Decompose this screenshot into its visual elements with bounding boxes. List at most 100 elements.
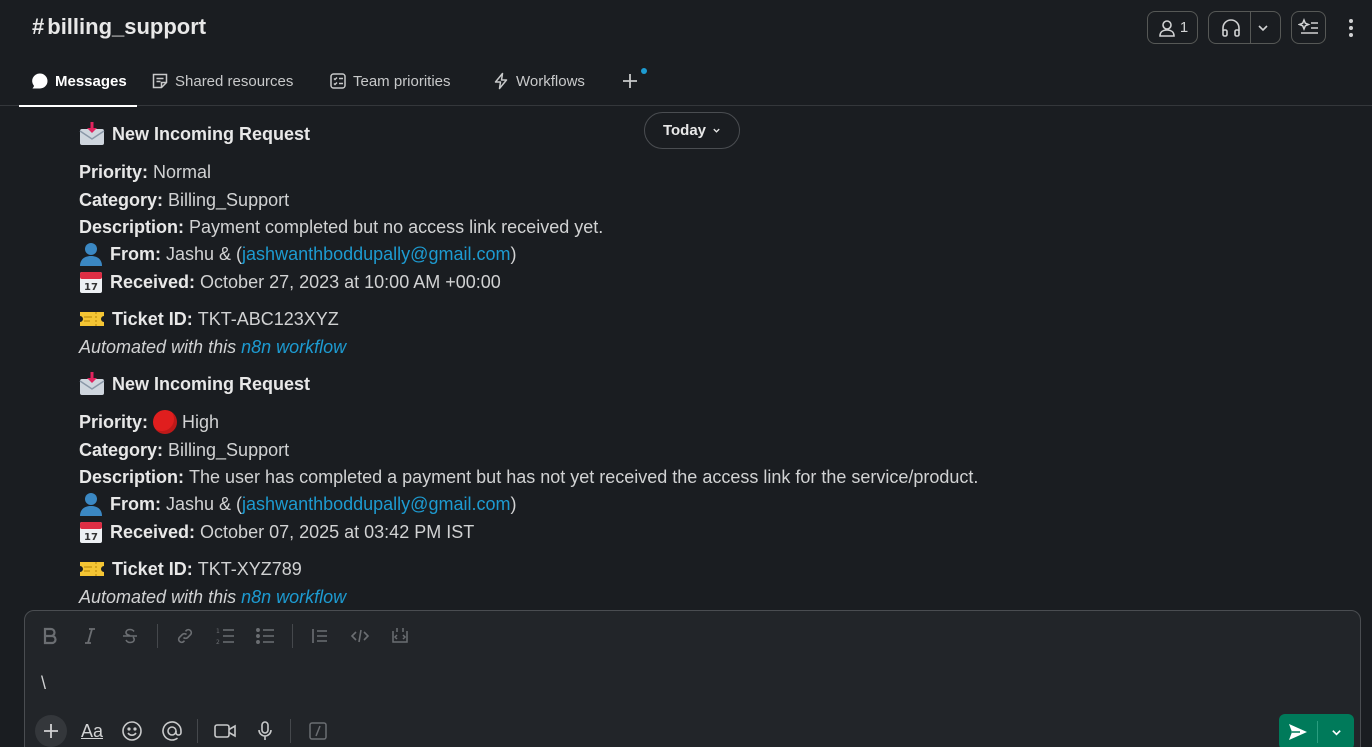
video-icon[interactable] xyxy=(210,716,240,746)
tab-messages[interactable]: Messages xyxy=(19,56,137,107)
priority-value: High xyxy=(182,412,220,432)
category-value: Billing_Support xyxy=(168,190,290,210)
divider xyxy=(292,624,293,648)
mention-icon[interactable] xyxy=(157,716,187,746)
link-icon[interactable] xyxy=(172,623,198,649)
divider xyxy=(157,624,158,648)
svg-text:2: 2 xyxy=(216,639,220,645)
date-divider[interactable]: Today xyxy=(644,112,740,149)
channel-header: # billing_support 1 xyxy=(0,0,1372,56)
automated-line: Automated with this n8n workflow xyxy=(79,585,347,609)
composer-actions: Aa xyxy=(35,715,343,747)
inbox-tray-icon xyxy=(79,122,105,146)
microphone-icon[interactable] xyxy=(250,716,280,746)
sparkle-list-icon xyxy=(1297,17,1318,34)
description-line: Description: The user has completed a pa… xyxy=(79,467,979,487)
message-heading: New Incoming Request xyxy=(79,122,310,146)
message-list: New Incoming Request Priority: Normal Ca… xyxy=(0,106,1372,610)
bold-icon[interactable] xyxy=(37,623,63,649)
ticket-value: TKT-XYZ789 xyxy=(197,559,302,579)
svg-text:1: 1 xyxy=(216,628,220,635)
automated-line: Automated with this n8n workflow xyxy=(79,335,347,359)
formatting-toolbar: 12 xyxy=(37,623,427,649)
notification-dot xyxy=(641,68,647,74)
members-button[interactable]: 1 xyxy=(1147,11,1198,44)
received-value: October 07, 2025 at 03:42 PM IST xyxy=(200,522,475,542)
send-icon[interactable] xyxy=(1279,723,1317,741)
italic-icon[interactable] xyxy=(77,623,103,649)
priority-line: Priority: Normal xyxy=(79,162,212,182)
description-line: Description: Payment completed but no ac… xyxy=(79,217,604,237)
tab-label: Messages xyxy=(55,72,127,90)
tab-team-priorities[interactable]: Team priorities xyxy=(329,56,451,106)
description-value: Payment completed but no access link rec… xyxy=(189,217,604,237)
more-options-icon[interactable] xyxy=(1345,16,1357,40)
message-composer[interactable]: 12 \ Aa xyxy=(24,610,1361,747)
add-tab-icon[interactable] xyxy=(620,68,640,94)
code-icon[interactable] xyxy=(347,623,373,649)
tab-shared-resources[interactable]: Shared resources xyxy=(151,56,293,106)
priority-line: Priority: High xyxy=(79,410,220,434)
chevron-down-icon[interactable] xyxy=(1318,727,1354,738)
tab-workflows[interactable]: Workflows xyxy=(492,56,585,106)
blockquote-icon[interactable] xyxy=(307,623,333,649)
person-silhouette-icon xyxy=(79,242,105,266)
ticket-value: TKT-ABC123XYZ xyxy=(197,309,339,329)
attach-plus-button[interactable] xyxy=(35,715,67,747)
workflow-link[interactable]: n8n workflow xyxy=(241,585,346,609)
ticket-icon xyxy=(79,557,105,581)
message-heading: New Incoming Request xyxy=(79,372,310,396)
divider xyxy=(1250,11,1251,44)
channel-tabs: Messages Shared resources Team prioritie… xyxy=(0,56,1372,107)
headphones-icon xyxy=(1222,18,1240,37)
received-line: 17 Received: October 27, 2023 at 10:00 A… xyxy=(79,270,501,294)
emoji-icon[interactable] xyxy=(117,716,147,746)
lightning-icon xyxy=(494,72,508,90)
received-line: 17 Received: October 07, 2025 at 03:42 P… xyxy=(79,520,474,544)
priority-value: Normal xyxy=(153,162,212,182)
calendar-icon: 17 xyxy=(79,270,105,294)
person-icon xyxy=(1159,19,1175,37)
chevron-down-icon xyxy=(713,128,720,133)
from-line: From: Jashu & ( jashwanthboddupally@gmai… xyxy=(79,492,516,516)
email-link[interactable]: jashwanthboddupally@gmail.com xyxy=(242,242,510,266)
ordered-list-icon[interactable]: 12 xyxy=(212,623,238,649)
divider xyxy=(290,719,291,743)
category-line: Category: Billing_Support xyxy=(79,440,290,460)
ticket-icon xyxy=(79,307,105,331)
svg-text:17: 17 xyxy=(84,532,98,543)
chat-bubble-icon xyxy=(32,73,48,89)
received-value: October 27, 2023 at 10:00 AM +00:00 xyxy=(200,272,501,292)
category-line: Category: Billing_Support xyxy=(79,190,290,210)
ticket-line: Ticket ID: TKT-XYZ789 xyxy=(79,557,302,581)
code-block-icon[interactable] xyxy=(387,623,413,649)
calendar-icon: 17 xyxy=(79,520,105,544)
description-value: The user has completed a payment but has… xyxy=(189,467,979,487)
category-value: Billing_Support xyxy=(168,440,290,460)
huddle-button[interactable] xyxy=(1208,11,1281,44)
text-format-icon[interactable]: Aa xyxy=(77,716,107,746)
send-button[interactable] xyxy=(1279,714,1354,747)
tab-label: Team priorities xyxy=(353,72,451,90)
tab-label: Workflows xyxy=(516,72,585,90)
composer-input[interactable]: \ xyxy=(41,673,46,694)
slash-command-icon[interactable] xyxy=(303,716,333,746)
ai-summary-button[interactable] xyxy=(1291,11,1326,44)
canvas-icon xyxy=(152,73,168,89)
hash-icon: # xyxy=(32,14,45,39)
red-circle-icon xyxy=(153,410,178,434)
list-icon xyxy=(330,73,346,89)
bulleted-list-icon[interactable] xyxy=(252,623,278,649)
from-line: From: Jashu & ( jashwanthboddupally@gmai… xyxy=(79,242,516,266)
chevron-down-icon[interactable] xyxy=(1257,22,1269,34)
ticket-line: Ticket ID: TKT-ABC123XYZ xyxy=(79,307,339,331)
tab-label: Shared resources xyxy=(175,72,294,90)
member-count: 1 xyxy=(1179,19,1189,36)
email-link[interactable]: jashwanthboddupally@gmail.com xyxy=(242,492,510,516)
channel-title[interactable]: # billing_support xyxy=(32,14,206,40)
person-silhouette-icon xyxy=(79,492,105,516)
inbox-tray-icon xyxy=(79,372,105,396)
channel-name: billing_support xyxy=(47,14,207,39)
strikethrough-icon[interactable] xyxy=(117,623,143,649)
workflow-link[interactable]: n8n workflow xyxy=(241,335,346,359)
